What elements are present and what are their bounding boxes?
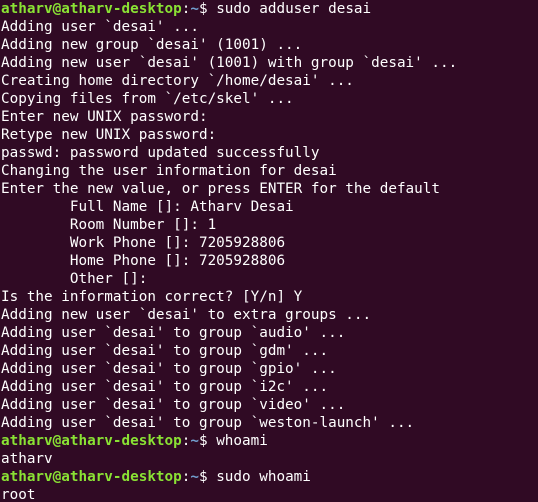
- prompt-line-sudo-whoami: atharv@atharv-desktop:~$ sudo whoami: [0, 468, 538, 486]
- prompt-user-host: atharv@atharv-desktop: [1, 433, 182, 449]
- output-line: Other []:: [1, 271, 148, 287]
- output-line: Copying files from `/etc/skel' ...: [1, 91, 294, 107]
- output-line: Adding user `desai' to group `i2c' ...: [1, 379, 329, 395]
- output-line: Full Name []: Atharv Desai: [1, 199, 294, 215]
- output-line: Adding user `desai' to group `audio' ...: [1, 325, 346, 341]
- command-whoami: whoami: [216, 433, 268, 449]
- prompt-path: ~: [190, 469, 199, 485]
- output-line: Changing the user information for desai: [1, 163, 337, 179]
- prompt-user-host: atharv@atharv-desktop: [1, 469, 182, 485]
- output-line: Adding new user `desai' to extra groups …: [1, 307, 372, 323]
- output-line: Enter the new value, or press ENTER for …: [1, 181, 440, 197]
- prompt-dollar: $: [198, 433, 217, 449]
- prompt-path: ~: [190, 433, 199, 449]
- output-line: Home Phone []: 7205928806: [1, 253, 286, 269]
- output-line: Room Number []: 1: [1, 217, 217, 233]
- output-line: Adding user `desai' to group `weston-lau…: [1, 415, 415, 431]
- prompt-line-whoami: atharv@atharv-desktop:~$ whoami: [0, 432, 538, 450]
- output-line: Work Phone []: 7205928806: [1, 235, 286, 251]
- prompt-user-host: atharv@atharv-desktop: [1, 1, 182, 17]
- prompt-path: ~: [190, 1, 199, 17]
- output-line: Adding new group `desai' (1001) ...: [1, 37, 303, 53]
- output-line: Enter new UNIX password:: [1, 109, 208, 125]
- output-line: passwd: password updated successfully: [1, 145, 320, 161]
- output-line: Adding user `desai' ...: [1, 19, 199, 35]
- output-line: Adding user `desai' to group `video' ...: [1, 397, 346, 413]
- output-line-sudo-whoami: root: [1, 487, 36, 502]
- output-line: Adding new user `desai' (1001) with grou…: [1, 55, 458, 71]
- output-line: Adding user `desai' to group `gpio' ...: [1, 361, 337, 377]
- output-line: Adding user `desai' to group `gdm' ...: [1, 343, 329, 359]
- output-line: Retype new UNIX password:: [1, 127, 217, 143]
- prompt-line-adduser: atharv@atharv-desktop:~$ sudo adduser de…: [0, 0, 538, 18]
- terminal-window[interactable]: atharv@atharv-desktop:~$ sudo adduser de…: [0, 0, 538, 502]
- command-adduser: sudo adduser desai: [216, 1, 372, 17]
- command-sudo-whoami: sudo whoami: [216, 469, 311, 485]
- output-line-whoami: atharv: [1, 451, 53, 467]
- output-line: Creating home directory `/home/desai' ..…: [1, 73, 354, 89]
- prompt-dollar: $: [198, 1, 217, 17]
- prompt-dollar: $: [198, 469, 217, 485]
- output-line: Is the information correct? [Y/n] Y: [1, 289, 303, 305]
